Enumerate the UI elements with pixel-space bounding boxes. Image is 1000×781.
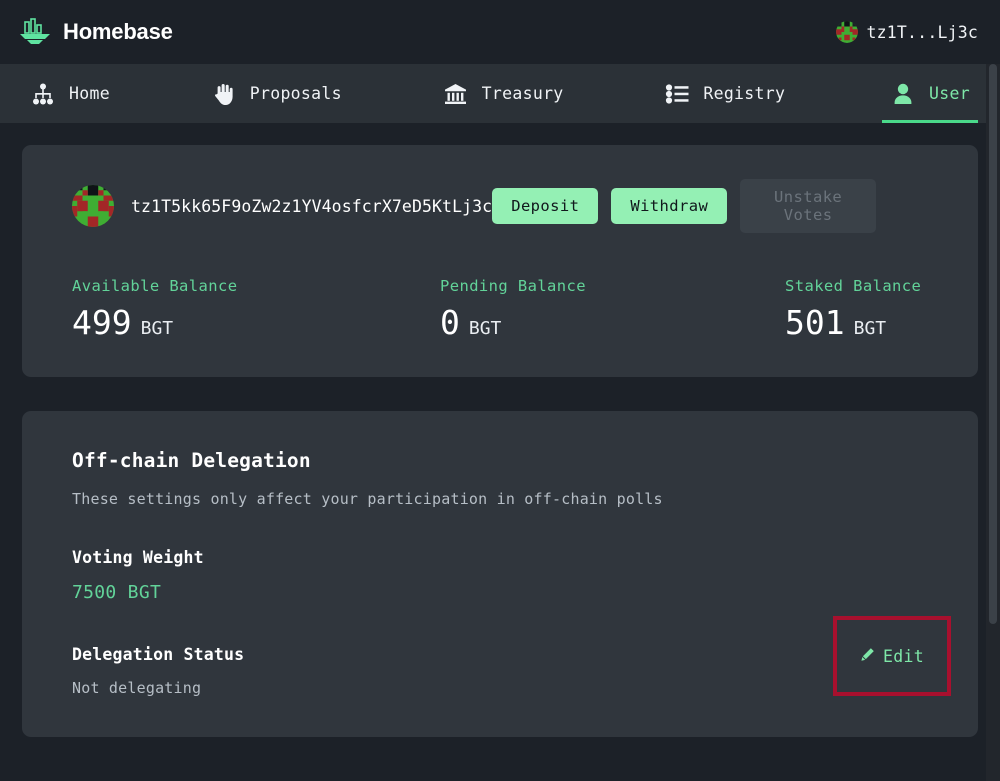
account-actions: Deposit Withdraw Unstake Votes [492, 179, 928, 233]
account-header-row: tz1T5kk65F9oZw2z1YV4osfcrX7eD5KtLj3c Dep… [72, 179, 928, 233]
nav-item-treasury[interactable]: Treasury [439, 64, 568, 123]
nav-label-user: User [929, 84, 970, 103]
brand[interactable]: Homebase [18, 17, 173, 47]
nav-gap-1 [114, 64, 207, 123]
delegation-status-value: Not delegating [72, 679, 928, 697]
app-header: Homebase tz1T...Lj3c [0, 0, 1000, 64]
nav-label-proposals: Proposals [250, 84, 342, 103]
edit-delegation-button[interactable]: Edit [860, 647, 924, 666]
person-icon [890, 81, 916, 107]
staked-balance-unit: BGT [854, 320, 887, 338]
nav-item-proposals[interactable]: Proposals [207, 64, 346, 123]
delegation-subtitle: These settings only affect your particip… [72, 490, 928, 508]
wallet-address-short: tz1T...Lj3c [867, 23, 978, 42]
delegation-status-label: Delegation Status [72, 645, 928, 664]
withdraw-button[interactable]: Withdraw [611, 188, 727, 224]
nav-item-registry[interactable]: Registry [660, 64, 789, 123]
nav-item-user[interactable]: User [882, 64, 978, 123]
available-balance: Available Balance 499 BGT [72, 277, 440, 339]
pending-balance-value: 0 BGT [440, 306, 785, 339]
staked-balance: Staked Balance 501 BGT [785, 277, 921, 339]
available-balance-value: 499 BGT [72, 306, 440, 339]
brand-name: Homebase [63, 19, 173, 45]
account-identity: tz1T5kk65F9oZw2z1YV4osfcrX7eD5KtLj3c [72, 185, 492, 227]
identicon-avatar [72, 185, 114, 227]
bullet-list-icon [664, 81, 690, 107]
account-card: tz1T5kk65F9oZw2z1YV4osfcrX7eD5KtLj3c Dep… [22, 145, 978, 377]
page-scrollbar-track[interactable] [986, 64, 1000, 781]
nav-label-home: Home [69, 84, 110, 103]
edit-button-label: Edit [883, 647, 924, 666]
available-balance-unit: BGT [141, 320, 174, 338]
nav-gap-3 [568, 64, 661, 123]
nav-item-home[interactable]: Home [26, 64, 114, 123]
page-scrollbar-thumb[interactable] [989, 64, 997, 624]
nav-label-treasury: Treasury [482, 84, 564, 103]
voting-weight-value: 7500 BGT [72, 582, 928, 603]
nav-gap-4 [789, 64, 882, 123]
delegation-card: Off-chain Delegation These settings only… [22, 411, 978, 737]
staked-balance-amount: 501 [785, 306, 845, 339]
pending-balance-label: Pending Balance [440, 277, 785, 295]
sitemap-icon [30, 81, 56, 107]
edit-button-highlight: Edit [833, 616, 951, 696]
staked-balance-value: 501 BGT [785, 306, 921, 339]
balances-row: Available Balance 499 BGT Pending Balanc… [72, 277, 928, 339]
account-address: tz1T5kk65F9oZw2z1YV4osfcrX7eD5KtLj3c [131, 197, 492, 216]
deposit-button[interactable]: Deposit [492, 188, 598, 224]
pending-balance-unit: BGT [469, 320, 502, 338]
nav-gap-2 [346, 64, 439, 123]
voting-weight-label: Voting Weight [72, 548, 928, 567]
pencil-icon [860, 647, 875, 666]
nav-label-registry: Registry [703, 84, 785, 103]
pending-balance: Pending Balance 0 BGT [440, 277, 785, 339]
wallet-chip[interactable]: tz1T...Lj3c [836, 21, 978, 43]
delegation-title: Off-chain Delegation [72, 449, 928, 472]
bar-chart-logo-icon [18, 17, 52, 47]
unstake-votes-button: Unstake Votes [740, 179, 876, 233]
main-nav: Home Proposals Treasury [0, 64, 1000, 123]
bank-icon [443, 81, 469, 107]
page-content: tz1T5kk65F9oZw2z1YV4osfcrX7eD5KtLj3c Dep… [0, 123, 1000, 781]
raised-hand-icon [211, 81, 237, 107]
staked-balance-label: Staked Balance [785, 277, 921, 295]
available-balance-label: Available Balance [72, 277, 440, 295]
wallet-identicon [836, 21, 858, 43]
available-balance-amount: 499 [72, 306, 132, 339]
pending-balance-amount: 0 [440, 306, 460, 339]
